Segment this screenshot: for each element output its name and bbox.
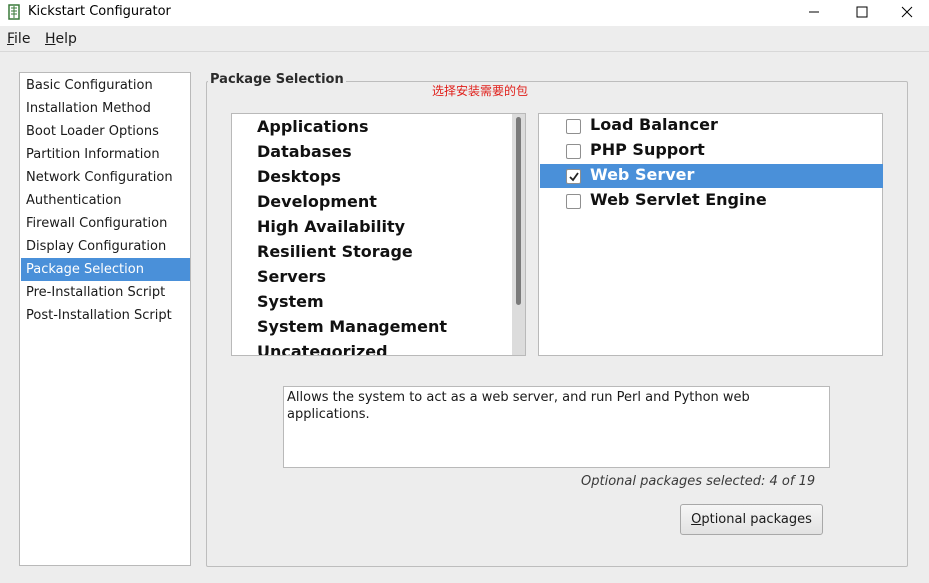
menu-file-mnemonic: F: [7, 31, 15, 47]
group-item-servers[interactable]: Servers: [257, 267, 326, 286]
group-list-scrollbar[interactable]: [512, 114, 525, 355]
sidebar-nav: Basic Configuration Installation Method …: [19, 72, 191, 566]
annotation-text: 选择安装需要的包: [432, 84, 529, 98]
sidebar-item-partition-information[interactable]: Partition Information: [21, 143, 190, 166]
package-label: Web Servlet Engine: [590, 190, 767, 209]
checkbox-web-servlet-engine[interactable]: [566, 194, 581, 209]
group-item-databases[interactable]: Databases: [257, 142, 352, 161]
package-row-web-servlet-engine[interactable]: Web Servlet Engine: [540, 189, 883, 213]
checkmark-icon: [569, 172, 579, 182]
optional-button-mnemonic: O: [691, 512, 702, 527]
group-item-development[interactable]: Development: [257, 192, 377, 211]
menu-help[interactable]: Help: [45, 31, 77, 47]
group-item-desktops[interactable]: Desktops: [257, 167, 341, 186]
group-item-system[interactable]: System: [257, 292, 324, 311]
sidebar-item-authentication[interactable]: Authentication: [21, 189, 190, 212]
scrollbar-thumb[interactable]: [516, 117, 521, 305]
close-icon: [901, 6, 913, 18]
maximize-button[interactable]: [839, 0, 885, 26]
maximize-icon: [856, 6, 868, 18]
group-item-applications[interactable]: Applications: [257, 117, 369, 136]
package-label: Load Balancer: [590, 115, 718, 134]
sidebar-item-package-selection[interactable]: Package Selection: [21, 258, 190, 281]
sidebar-item-firewall-configuration[interactable]: Firewall Configuration: [21, 212, 190, 235]
app-icon: [8, 4, 20, 20]
sidebar-item-network-configuration[interactable]: Network Configuration: [21, 166, 190, 189]
package-label: PHP Support: [590, 140, 705, 159]
sidebar-item-pre-installation-script[interactable]: Pre-Installation Script: [21, 281, 190, 304]
group-item-system-management[interactable]: System Management: [257, 317, 447, 336]
group-item-high-availability[interactable]: High Availability: [257, 217, 405, 236]
optional-packages-button[interactable]: Optional packages: [680, 504, 823, 535]
package-row-load-balancer[interactable]: Load Balancer: [540, 114, 883, 138]
sidebar-item-boot-loader-options[interactable]: Boot Loader Options: [21, 120, 190, 143]
package-description: Allows the system to act as a web server…: [283, 386, 830, 468]
optional-button-label: ptional packages: [701, 512, 812, 527]
optional-packages-status: Optional packages selected: 4 of 19: [581, 474, 816, 489]
checkbox-web-server[interactable]: [566, 169, 581, 184]
title-bar: Kickstart Configurator: [0, 0, 929, 26]
sidebar-item-installation-method[interactable]: Installation Method: [21, 97, 190, 120]
menu-help-mnemonic: H: [45, 31, 56, 47]
sidebar-item-display-configuration[interactable]: Display Configuration: [21, 235, 190, 258]
sidebar-item-basic-configuration[interactable]: Basic Configuration: [21, 74, 190, 97]
package-list[interactable]: Load Balancer PHP Support Web Server Web…: [538, 113, 883, 356]
frame-title: Package Selection: [208, 72, 346, 87]
package-label: Web Server: [590, 165, 695, 184]
package-row-php-support[interactable]: PHP Support: [540, 139, 883, 163]
package-group-list[interactable]: Applications Databases Desktops Developm…: [231, 113, 526, 356]
checkbox-load-balancer[interactable]: [566, 119, 581, 134]
window-title: Kickstart Configurator: [28, 4, 171, 19]
menu-bar: File Help: [0, 26, 929, 52]
minimize-button[interactable]: [791, 0, 837, 26]
menu-file-label: ile: [14, 31, 31, 47]
menu-help-label: elp: [55, 31, 77, 47]
group-item-uncategorized[interactable]: Uncategorized: [257, 342, 388, 355]
minimize-icon: [809, 11, 819, 13]
close-button[interactable]: [884, 0, 929, 26]
menu-file[interactable]: File: [7, 31, 30, 47]
sidebar-item-post-installation-script[interactable]: Post-Installation Script: [21, 304, 190, 327]
checkbox-php-support[interactable]: [566, 144, 581, 159]
package-row-web-server[interactable]: Web Server: [540, 164, 883, 188]
group-item-resilient-storage[interactable]: Resilient Storage: [257, 242, 413, 261]
